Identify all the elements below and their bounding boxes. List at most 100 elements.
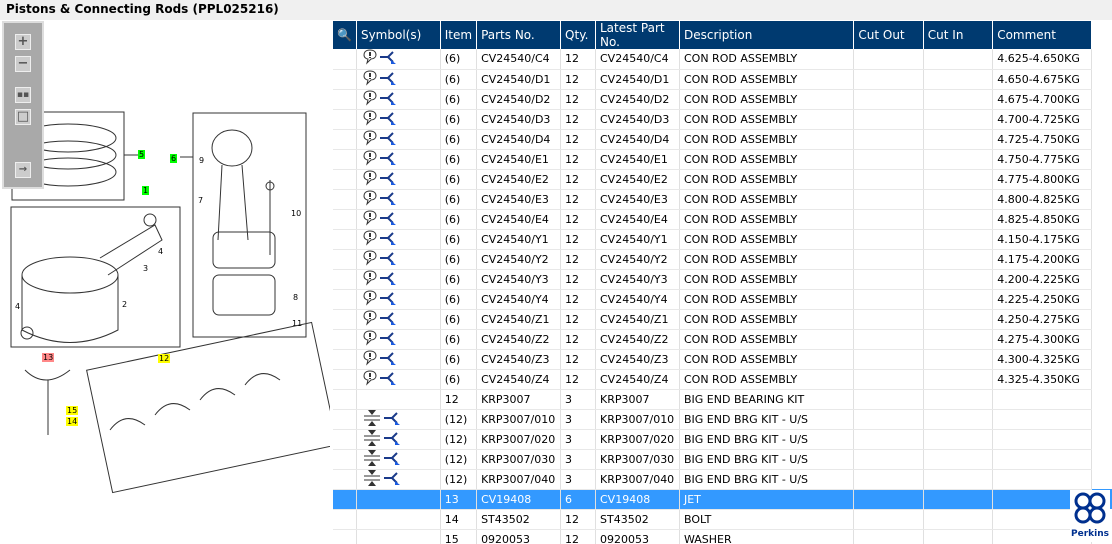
note-icon <box>363 249 377 266</box>
note-icon <box>363 49 377 65</box>
callout-6[interactable]: 6 <box>170 154 178 163</box>
header-symbols[interactable]: Symbol(s) <box>356 21 441 49</box>
parts-no-cell: CV24540/D2 <box>476 89 562 110</box>
parts-no-cell: 0920053 <box>476 529 562 544</box>
qty-cell: 12 <box>560 149 596 170</box>
parts-no-cell: CV24540/Z3 <box>476 349 562 370</box>
table-row[interactable]: (6) CV24540/Y2 12 CV24540/Y2 CON ROD ASSEMBL… <box>333 249 1112 270</box>
table-row[interactable]: (12) KRP3007/030 3 KRP3007/030 BIG END BRG K… <box>333 449 1112 470</box>
table-row[interactable]: (6) CV24540/Z2 12 CV24540/Z2 CON ROD ASSEMBL… <box>333 329 1112 350</box>
callout-12[interactable]: 12 <box>158 354 171 363</box>
table-row[interactable]: 13 CV19408 6 CV19408 JET <box>333 489 1112 510</box>
table-row[interactable]: (6) CV24540/D2 12 CV24540/D2 CON ROD ASSEMBL… <box>333 89 1112 110</box>
note-icon <box>363 129 377 146</box>
cut-in-cell <box>923 529 994 544</box>
cut-in-cell <box>923 49 994 70</box>
callout-13[interactable]: 13 <box>42 353 55 362</box>
alternative-arrow-icon <box>379 231 396 245</box>
header-cut-in[interactable]: Cut In <box>923 21 994 49</box>
table-row[interactable]: (6) CV24540/D1 12 CV24540/D1 CON ROD ASSEMBL… <box>333 69 1112 90</box>
ref-2: 2 <box>122 300 128 309</box>
row-marker <box>333 369 357 390</box>
export-button[interactable]: → <box>15 162 31 178</box>
table-row[interactable]: (6) CV24540/D4 12 CV24540/D4 CON ROD ASSEMBL… <box>333 129 1112 150</box>
header-comment[interactable]: Comment <box>992 21 1093 49</box>
header-parts-no[interactable]: Parts No. <box>476 21 562 49</box>
table-row[interactable]: 15 0920053 12 0920053 WASHER <box>333 529 1112 544</box>
header-qty[interactable]: Qty. <box>560 21 596 49</box>
qty-cell: 3 <box>560 409 596 430</box>
item-cell: 12 <box>440 389 478 410</box>
table-row[interactable]: 12 KRP3007 3 KRP3007 BIG END BEARING KIT <box>333 389 1112 410</box>
fit-view-button[interactable]: ▪▪ <box>15 87 31 103</box>
symbols-cell <box>356 69 441 90</box>
note-icon <box>363 229 377 246</box>
cut-in-cell <box>923 509 994 530</box>
callout-5[interactable]: 5 <box>138 150 146 159</box>
alternative-arrow-icon <box>379 151 396 165</box>
cut-in-cell <box>923 249 994 270</box>
parts-no-cell: CV24540/E1 <box>476 149 562 170</box>
parts-no-cell: KRP3007/020 <box>476 429 562 450</box>
actual-size-button[interactable]: □ <box>15 109 31 125</box>
latest-part-no-cell: CV24540/D4 <box>595 129 680 150</box>
ref-11: 11 <box>292 319 303 328</box>
symbols-cell <box>356 49 441 70</box>
qty-cell: 12 <box>560 129 596 150</box>
symbols-cell <box>356 429 441 450</box>
table-row[interactable]: (6) CV24540/Z4 12 CV24540/Z4 CON ROD ASSEMBL… <box>333 369 1112 390</box>
item-cell: (12) <box>440 449 478 470</box>
table-row[interactable]: (12) KRP3007/010 3 KRP3007/010 BIG END BRG K… <box>333 409 1112 430</box>
header-cut-out[interactable]: Cut Out <box>853 21 924 49</box>
table-row[interactable]: (6) CV24540/E3 12 CV24540/E3 CON ROD ASSEMBL… <box>333 189 1112 210</box>
table-row[interactable]: (6) CV24540/Z1 12 CV24540/Z1 CON ROD ASSEMBL… <box>333 309 1112 330</box>
cut-out-cell <box>853 429 924 450</box>
undersize-icon <box>363 449 380 466</box>
item-cell: 14 <box>440 509 478 530</box>
table-row[interactable]: 14 ST43502 12 ST43502 BOLT <box>333 509 1112 530</box>
ref-7: 7 <box>198 196 204 205</box>
table-row[interactable]: (6) CV24540/C4 12 CV24540/C4 CON ROD ASSEMBL… <box>333 49 1112 70</box>
table-row[interactable]: (6) CV24540/Y4 12 CV24540/Y4 CON ROD ASSEMBL… <box>333 289 1112 310</box>
table-row[interactable]: (6) CV24540/Y3 12 CV24540/Y3 CON ROD ASSEMBL… <box>333 269 1112 290</box>
callout-1[interactable]: 1 <box>142 186 150 195</box>
table-row[interactable]: (12) KRP3007/020 3 KRP3007/020 BIG END BRG K… <box>333 429 1112 450</box>
table-row[interactable]: (6) CV24540/Y1 12 CV24540/Y1 CON ROD ASSEMBL… <box>333 229 1112 250</box>
parts-no-cell: CV24540/C4 <box>476 49 562 70</box>
item-cell: (6) <box>440 129 478 150</box>
table-row[interactable]: (12) KRP3007/040 3 KRP3007/040 BIG END BRG K… <box>333 469 1112 490</box>
column-options-button[interactable]: 🔍 <box>333 21 357 49</box>
latest-part-no-cell: 0920053 <box>595 529 680 544</box>
description-cell: CON ROD ASSEMBLY <box>679 109 855 130</box>
callout-14[interactable]: 14 <box>66 417 79 426</box>
perkins-logo: Perkins <box>1070 490 1110 542</box>
table-row[interactable]: (6) CV24540/E1 12 CV24540/E1 CON ROD ASSEMBL… <box>333 149 1112 170</box>
spacer-cell <box>1092 249 1112 269</box>
callout-15[interactable]: 15 <box>66 406 79 415</box>
item-cell: 15 <box>440 529 478 544</box>
header-latest-part-no[interactable]: Latest Part No. <box>595 21 680 49</box>
zoom-in-button[interactable]: + <box>15 34 31 50</box>
header-description[interactable]: Description <box>679 21 855 49</box>
note-icon <box>363 209 377 226</box>
spacer-cell <box>1092 149 1112 169</box>
cut-in-cell <box>923 389 994 410</box>
header-item[interactable]: Item <box>440 21 478 49</box>
latest-part-no-cell: CV24540/E4 <box>595 209 680 230</box>
spacer-cell <box>1092 369 1112 389</box>
cut-out-cell <box>853 509 924 530</box>
item-cell: (12) <box>440 429 478 450</box>
cut-out-cell <box>853 409 924 430</box>
table-row[interactable]: (6) CV24540/Z3 12 CV24540/Z3 CON ROD ASSEMBL… <box>333 349 1112 370</box>
table-row[interactable]: (6) CV24540/D3 12 CV24540/D3 CON ROD ASSEMBL… <box>333 109 1112 130</box>
row-marker <box>333 489 357 510</box>
note-icon <box>363 369 377 386</box>
table-row[interactable]: (6) CV24540/E4 12 CV24540/E4 CON ROD ASSEMBL… <box>333 209 1112 230</box>
note-icon <box>363 149 377 166</box>
exploded-diagram[interactable]: 5 6 1 13 12 15 14 9 7 10 8 11 3 4 4 2 <box>0 20 330 544</box>
description-cell: CON ROD ASSEMBLY <box>679 209 855 230</box>
table-row[interactable]: (6) CV24540/E2 12 CV24540/E2 CON ROD ASSEMBL… <box>333 169 1112 190</box>
note-icon <box>363 189 377 206</box>
zoom-out-button[interactable]: − <box>15 56 31 72</box>
latest-part-no-cell: KRP3007/010 <box>595 409 680 430</box>
